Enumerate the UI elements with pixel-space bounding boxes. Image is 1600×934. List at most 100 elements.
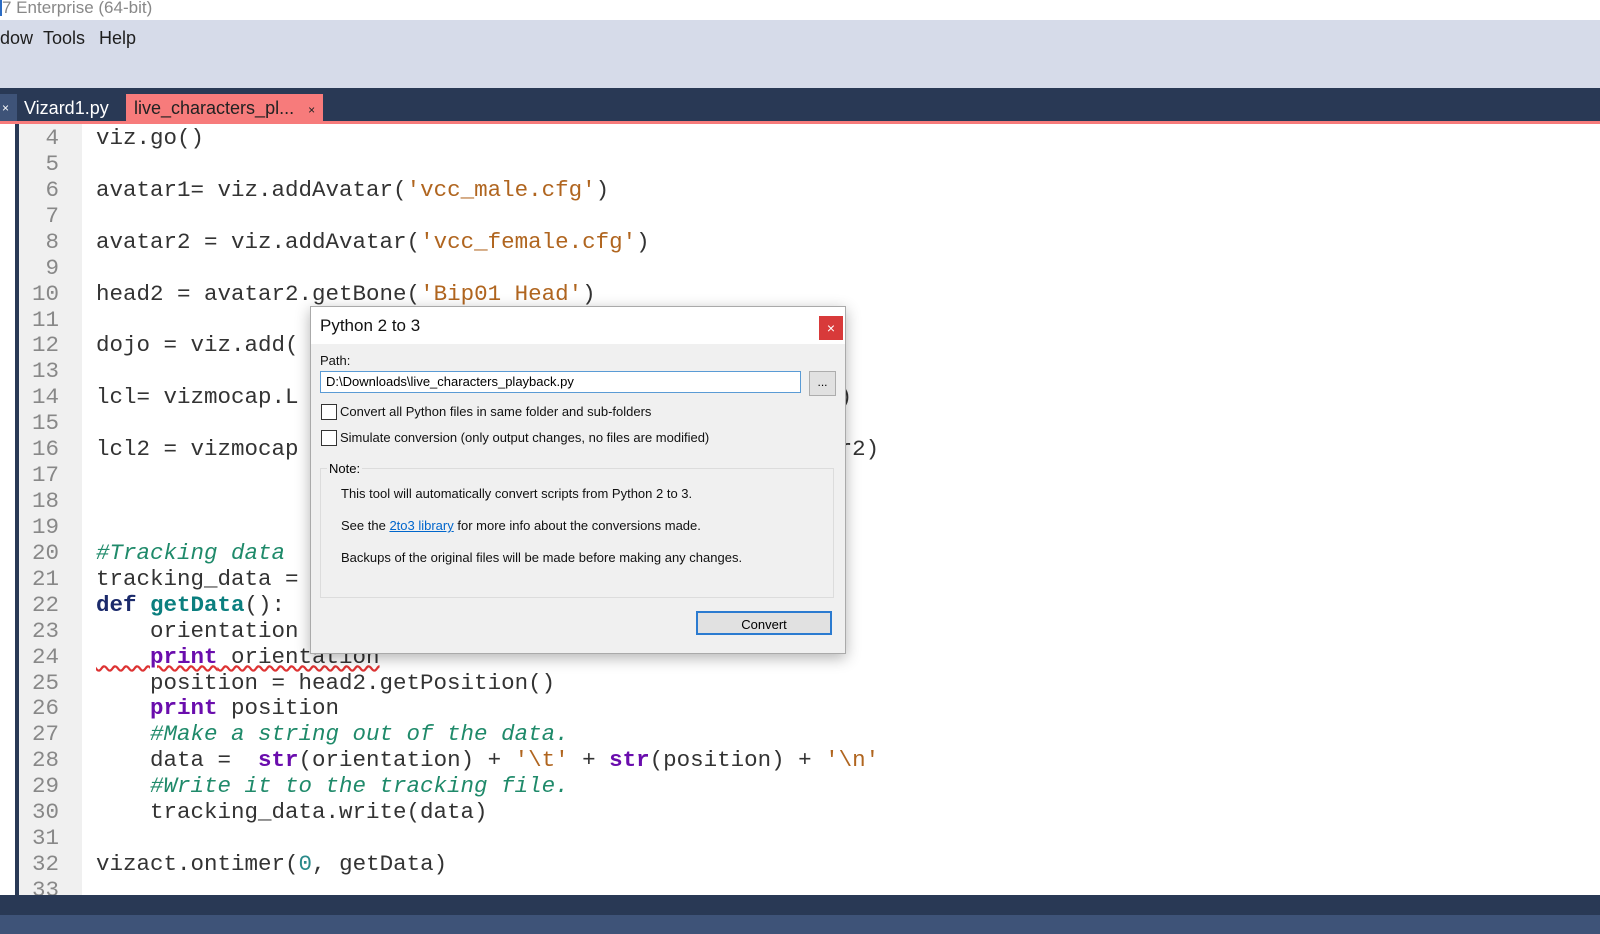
- code-token: (orientation) +: [298, 747, 515, 774]
- code-text: tracking_data.write(data): [96, 799, 488, 825]
- code-text: dojo = viz.add(: [96, 332, 299, 358]
- code-token: 0: [298, 851, 313, 878]
- path-label: Path:: [320, 353, 351, 368]
- line-number: 6: [45, 176, 59, 203]
- dialog-title: Python 2 to 3: [320, 316, 421, 335]
- code-token: #Write it to the tracking file.: [96, 773, 569, 800]
- code-token: head2 = avatar2.getBone(: [96, 280, 421, 307]
- convert-all-checkbox[interactable]: [321, 404, 337, 420]
- code-text: tracking_data =: [96, 566, 299, 592]
- code-token: viz.go(): [96, 125, 205, 151]
- line-number: 28: [31, 747, 59, 774]
- code-token: ): [582, 280, 596, 307]
- code-text: data = str(orientation) + '\t' + str(pos…: [96, 747, 879, 773]
- code-token: str: [609, 747, 650, 774]
- line-number: 27: [31, 721, 59, 748]
- code-token: vizact.ontimer(: [96, 851, 299, 878]
- code-text: print position: [96, 695, 339, 721]
- line-number: 29: [31, 773, 59, 800]
- line-number: 8: [45, 228, 59, 255]
- convert-button[interactable]: Convert: [696, 611, 832, 635]
- tab-bar: × Vizard1.py live_characters_pl... ×: [0, 88, 1600, 122]
- code-text: vizact.ontimer(0, getData): [96, 851, 447, 877]
- code-token: def: [96, 591, 151, 618]
- browse-button[interactable]: ...: [809, 371, 836, 396]
- code-token: +: [568, 747, 610, 774]
- line-number: 24: [31, 643, 59, 670]
- code-text: def getData():: [96, 592, 285, 618]
- window-title-bar: 7 Enterprise (64-bit): [0, 0, 1600, 20]
- line-number: 13: [31, 358, 59, 385]
- line-number: 32: [31, 851, 59, 878]
- code-token: ): [636, 228, 650, 255]
- tab-vizard1[interactable]: Vizard1.py: [16, 94, 117, 122]
- window-title: 7 Enterprise (64-bit): [2, 0, 153, 17]
- code-text: position = head2.getPosition(): [96, 670, 555, 696]
- code-token: position = head2.getPosition(): [96, 669, 556, 696]
- menu-window[interactable]: dow: [0, 28, 33, 49]
- close-button[interactable]: ×: [819, 316, 843, 340]
- close-icon[interactable]: ×: [0, 94, 18, 122]
- line-number: 4: [45, 125, 59, 151]
- line-number: 16: [31, 436, 59, 463]
- tab-label: live_characters_pl...: [134, 98, 295, 118]
- code-token: data =: [96, 747, 259, 774]
- code-text: avatar1= viz.addAvatar('vcc_male.cfg'): [96, 177, 609, 203]
- simulate-label[interactable]: Simulate conversion (only output changes…: [340, 430, 709, 445]
- convert-all-label[interactable]: Convert all Python files in same folder …: [340, 404, 651, 419]
- code-text: head2 = avatar2.getBone('Bip01 Head'): [96, 281, 596, 307]
- note-line-2: See the 2to3 library for more info about…: [341, 518, 701, 533]
- line-number: 31: [31, 825, 59, 852]
- line-number: 17: [31, 462, 59, 489]
- note-text: for more info about the conversions made…: [453, 518, 701, 533]
- code-token: str: [258, 747, 299, 774]
- tab-live-characters[interactable]: live_characters_pl... ×: [126, 94, 324, 122]
- code-token: tracking_data =: [96, 565, 299, 592]
- code-token: #Tracking data: [96, 539, 286, 566]
- line-number: 19: [31, 513, 59, 540]
- path-input[interactable]: [320, 371, 801, 393]
- tab-close-icon[interactable]: ×: [308, 103, 315, 117]
- line-number: 10: [31, 280, 59, 307]
- line-number: 11: [31, 306, 59, 333]
- menu-help[interactable]: Help: [99, 28, 136, 49]
- line-number: 12: [31, 332, 59, 359]
- line-number: 26: [31, 695, 59, 722]
- code-token: (position) +: [649, 747, 826, 774]
- line-number: 7: [45, 202, 59, 229]
- line-number: 15: [31, 410, 59, 437]
- line-number: 9: [45, 254, 59, 281]
- taskbar-strip: [0, 915, 1600, 934]
- menu-tools[interactable]: Tools: [43, 28, 85, 49]
- code-token: ): [595, 176, 610, 203]
- note-text: See the: [341, 518, 390, 533]
- simulate-checkbox[interactable]: [321, 430, 337, 446]
- code-token: 'vcc_male.cfg': [406, 176, 596, 203]
- line-number: 23: [31, 617, 59, 644]
- code-text: #Tracking data: [96, 540, 285, 566]
- code-token: 'vcc_female.cfg': [420, 228, 637, 255]
- line-number: 21: [31, 565, 59, 592]
- line-number: 14: [31, 384, 59, 411]
- line-number: 18: [31, 488, 59, 515]
- code-token: tracking_data.write(data): [96, 799, 488, 826]
- code-token: avatar1= viz.addAvatar(: [96, 176, 407, 203]
- code-token: '\n': [825, 747, 880, 774]
- code-token: '\t': [514, 747, 569, 774]
- dialog-title-bar: Python 2 to 3 ×: [311, 307, 845, 344]
- python-2-to-3-dialog: Python 2 to 3 × Path: ... Convert all Py…: [310, 306, 846, 654]
- code-token: ():: [244, 591, 286, 618]
- menu-bar: dow Tools Help: [0, 20, 1600, 88]
- code-token: dojo = viz.add(: [96, 332, 299, 359]
- 2to3-library-link[interactable]: 2to3 library: [389, 518, 453, 533]
- code-token: 'Bip01 Head': [420, 280, 583, 307]
- code-token: #Make a string out of the data.: [96, 721, 569, 748]
- code-text: viz.go(): [96, 125, 204, 151]
- code-token: avatar2 = viz.addAvatar(: [96, 228, 421, 255]
- code-text: orientation: [96, 618, 299, 644]
- note-label: Note:: [327, 461, 363, 476]
- code-text: avatar2 = viz.addAvatar('vcc_female.cfg'…: [96, 229, 650, 255]
- line-number: 22: [31, 591, 59, 618]
